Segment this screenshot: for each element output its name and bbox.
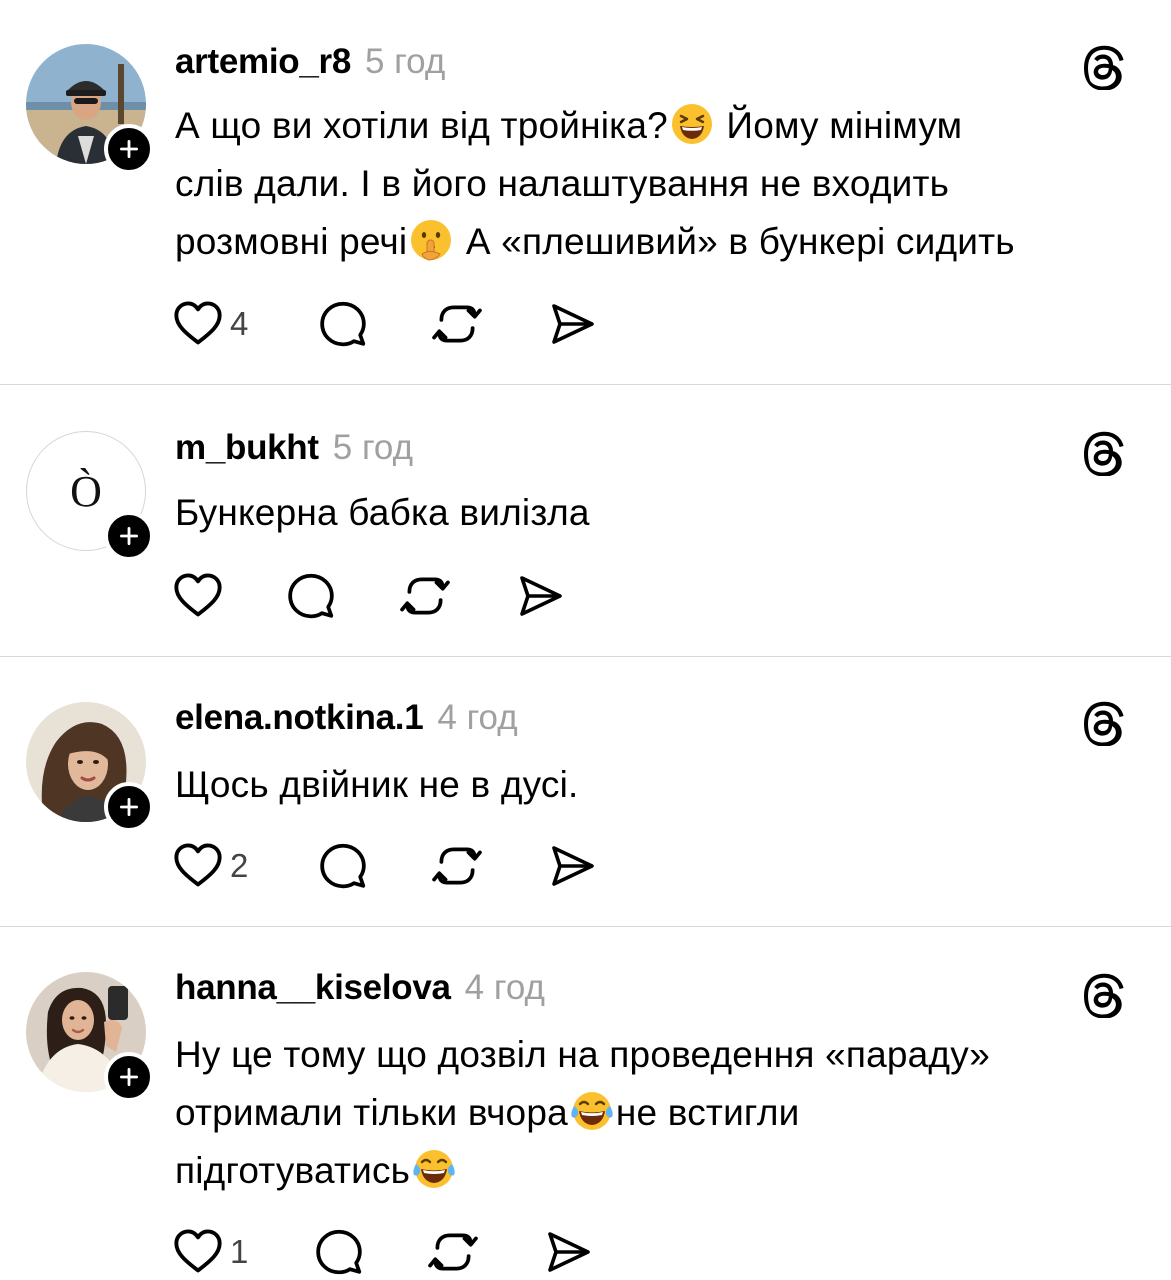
text-segment: А «плешивий» в бункері сидить bbox=[465, 221, 1015, 262]
avatar-wrapper[interactable] bbox=[26, 702, 154, 832]
text-segment: Йому мінімум bbox=[726, 105, 963, 146]
heart-icon bbox=[172, 298, 224, 350]
share-button[interactable] bbox=[548, 838, 608, 894]
like-button[interactable]: 1 bbox=[172, 1224, 314, 1280]
plus-icon bbox=[116, 136, 142, 162]
share-send-icon bbox=[544, 1228, 592, 1276]
share-button[interactable] bbox=[516, 568, 576, 624]
divider bbox=[0, 656, 1171, 657]
like-count: 2 bbox=[230, 847, 249, 884]
plus-icon bbox=[116, 1064, 142, 1090]
reply-button[interactable] bbox=[318, 296, 432, 352]
action-bar bbox=[172, 568, 576, 624]
share-button[interactable] bbox=[548, 296, 608, 352]
comment-header: hanna__kiselova 4 год bbox=[175, 968, 545, 1016]
text-segment: розмовні речі bbox=[175, 221, 408, 262]
reply-button[interactable] bbox=[286, 568, 400, 624]
comment-text: Ну це тому що дозвіл на проведення «пара… bbox=[175, 1026, 1155, 1200]
comment-header: elena.notkina.1 4 год bbox=[175, 698, 518, 746]
repost-icon bbox=[432, 299, 482, 349]
action-bar: 2 bbox=[172, 838, 608, 894]
reply-button[interactable] bbox=[314, 1224, 428, 1280]
like-count: 4 bbox=[230, 305, 249, 342]
divider bbox=[0, 384, 1171, 385]
shushing-face-emoji bbox=[409, 218, 453, 262]
comment-bubble-icon bbox=[286, 571, 336, 621]
text-segment: А що ви хотіли від тройніка? bbox=[175, 105, 668, 146]
comment-header: m_bukht 5 год bbox=[175, 428, 413, 476]
heart-icon bbox=[172, 840, 224, 892]
threads-logo-icon[interactable] bbox=[1082, 44, 1128, 90]
username[interactable]: hanna__kiselova bbox=[175, 968, 451, 1008]
comment-bubble-icon bbox=[314, 1227, 364, 1277]
comment-text: Бункерна бабка вилізла bbox=[175, 484, 1155, 542]
like-button[interactable]: 2 bbox=[172, 838, 318, 894]
repost-button[interactable] bbox=[400, 568, 516, 624]
plus-icon bbox=[116, 794, 142, 820]
repost-icon bbox=[432, 841, 482, 891]
divider bbox=[0, 926, 1171, 927]
follow-button[interactable] bbox=[104, 782, 154, 832]
text-segment: отримали тільки вчора bbox=[175, 1092, 568, 1133]
text-segment: Щось двійник не в дусі. bbox=[175, 764, 579, 805]
tears-of-joy-emoji bbox=[570, 1089, 614, 1133]
action-bar: 1 bbox=[172, 1224, 604, 1280]
repost-icon bbox=[400, 571, 450, 621]
like-button[interactable] bbox=[172, 568, 286, 624]
comment-text: А що ви хотіли від тройніка? Йому мініму… bbox=[175, 97, 1155, 271]
follow-button[interactable] bbox=[104, 511, 154, 561]
share-send-icon bbox=[516, 572, 564, 620]
timestamp: 4 год bbox=[464, 968, 545, 1007]
username[interactable]: artemio_r8 bbox=[175, 42, 351, 82]
reply-button[interactable] bbox=[318, 838, 432, 894]
avatar-wrapper[interactable] bbox=[26, 972, 154, 1102]
laughing-face-emoji bbox=[670, 102, 714, 146]
share-button[interactable] bbox=[544, 1224, 604, 1280]
avatar-wrapper[interactable]: Ò bbox=[26, 431, 154, 561]
heart-icon bbox=[172, 1226, 224, 1278]
like-count: 1 bbox=[230, 1233, 249, 1270]
follow-button[interactable] bbox=[104, 1052, 154, 1102]
text-segment: не встигли bbox=[615, 1092, 800, 1133]
comment-bubble-icon bbox=[318, 299, 368, 349]
share-send-icon bbox=[548, 300, 596, 348]
tears-of-joy-emoji bbox=[412, 1147, 456, 1191]
comment-bubble-icon bbox=[318, 841, 368, 891]
repost-icon bbox=[428, 1227, 478, 1277]
avatar-wrapper[interactable] bbox=[26, 44, 154, 174]
like-button[interactable]: 4 bbox=[172, 296, 318, 352]
threads-logo-icon[interactable] bbox=[1082, 972, 1128, 1018]
timestamp: 5 год bbox=[364, 42, 446, 81]
share-send-icon bbox=[548, 842, 596, 890]
heart-icon bbox=[172, 570, 224, 622]
comment-header: artemio_r8 5 год bbox=[175, 42, 445, 90]
repost-button[interactable] bbox=[428, 1224, 544, 1280]
username[interactable]: m_bukht bbox=[175, 428, 319, 468]
repost-button[interactable] bbox=[432, 296, 548, 352]
avatar-letter: Ò bbox=[70, 466, 102, 516]
plus-icon bbox=[116, 523, 142, 549]
username[interactable]: elena.notkina.1 bbox=[175, 698, 424, 738]
threads-logo-icon[interactable] bbox=[1082, 700, 1128, 746]
timestamp: 5 год bbox=[332, 428, 414, 467]
action-bar: 4 bbox=[172, 296, 608, 352]
text-segment: Бункерна бабка вилізла bbox=[175, 492, 590, 533]
follow-button[interactable] bbox=[104, 124, 154, 174]
comment-text: Щось двійник не в дусі. bbox=[175, 756, 1155, 814]
timestamp: 4 год bbox=[437, 698, 518, 737]
threads-logo-icon[interactable] bbox=[1082, 430, 1128, 476]
text-segment: слів дали. І в його налаштування не вход… bbox=[175, 163, 950, 204]
text-segment: Ну це тому що дозвіл на проведення «пара… bbox=[175, 1034, 991, 1075]
repost-button[interactable] bbox=[432, 838, 548, 894]
text-segment: підготуватись bbox=[175, 1150, 411, 1191]
